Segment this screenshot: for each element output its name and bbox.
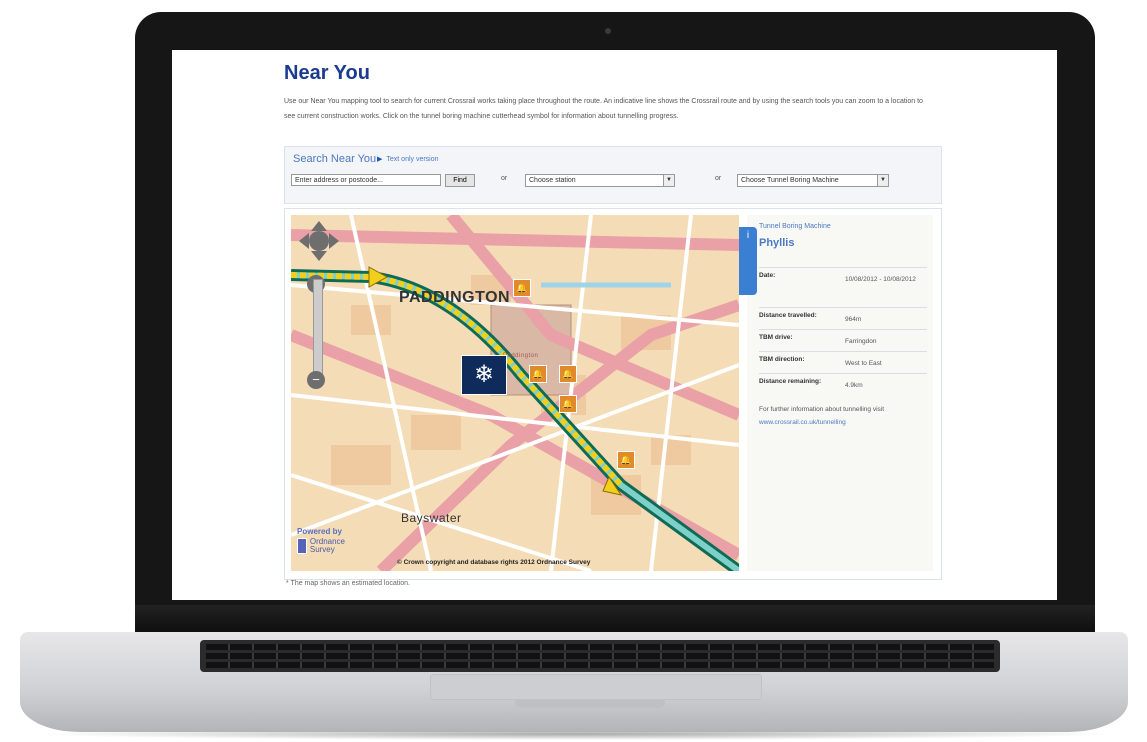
os-logo-text: Ordnance Survey	[310, 538, 345, 554]
play-arrow-icon: ▶	[377, 156, 383, 163]
text-only-link[interactable]: ▶ Text only version	[377, 155, 439, 163]
map[interactable]: PADDINGTON Paddington Bayswater + − ❄ 🔔 …	[291, 215, 739, 571]
bell-icon[interactable]: 🔔	[559, 395, 577, 413]
find-button[interactable]: Find	[445, 174, 475, 187]
info-more: For further information about tunnelling…	[759, 403, 927, 429]
tbm-select-value: Choose Tunnel Boring Machine	[741, 177, 839, 184]
info-row-drive: TBM drive: Farringdon	[759, 329, 927, 352]
info-row-value: 4.9km	[845, 382, 863, 389]
info-row-direction: TBM direction: West to East	[759, 351, 927, 374]
tbm-info-panel: Tunnel Boring Machine Phyllis Date: 10/0…	[747, 215, 933, 571]
search-title: Search Near You	[293, 153, 377, 165]
map-frame: PADDINGTON Paddington Bayswater + − ❄ 🔔 …	[284, 208, 942, 580]
info-row-date: Date: 10/08/2012 - 10/08/2012	[759, 267, 927, 308]
bell-icon[interactable]: 🔔	[559, 365, 577, 383]
info-row-value: 964m	[845, 316, 862, 323]
info-row-remaining: Distance remaining: 4.9km	[759, 373, 927, 402]
laptop-hinge	[135, 605, 1095, 635]
or-label: or	[501, 175, 508, 182]
tunnelling-link[interactable]: www.crossrail.co.uk/tunnelling	[759, 419, 846, 426]
tbm-select[interactable]: Choose Tunnel Boring Machine ▼	[737, 174, 889, 187]
station-select-value: Choose station	[529, 177, 576, 184]
page-intro: Use our Near You mapping tool to search …	[284, 98, 923, 120]
info-row-value: West to East	[845, 360, 882, 367]
key-row	[206, 644, 994, 650]
tunnel-boring-machine-icon[interactable]: ❄	[461, 355, 507, 395]
info-row-value: Farringdon	[845, 338, 877, 345]
screen: Near You Use our Near You mapping tool t…	[172, 50, 1057, 600]
or-label: or	[715, 175, 722, 182]
info-row-value: 10/08/2012 - 10/08/2012	[845, 276, 916, 283]
os-logo-line2: Survey	[309, 545, 335, 554]
info-row-key: TBM drive:	[759, 334, 793, 341]
map-copyright: © Crown copyright and database rights 20…	[397, 559, 591, 566]
info-subtitle: Tunnel Boring Machine	[759, 223, 831, 230]
address-input[interactable]: Enter address or postcode...	[291, 174, 441, 186]
map-label-bayswater: Bayswater	[401, 511, 462, 525]
os-logo-mark	[297, 538, 307, 554]
key-row	[206, 662, 994, 668]
zoom-slider[interactable]	[313, 279, 323, 381]
info-icon[interactable]: i	[739, 227, 757, 295]
pan-control[interactable]	[299, 221, 339, 261]
camera-icon	[605, 28, 611, 34]
chevron-down-icon: ▼	[877, 175, 888, 186]
info-row-distance: Distance travelled: 964m	[759, 307, 927, 330]
map-label-paddington: PADDINGTON	[399, 289, 511, 306]
keyboard	[200, 640, 1000, 672]
info-row-key: TBM direction:	[759, 356, 805, 363]
bell-icon[interactable]: 🔔	[513, 279, 531, 297]
text-only-label: Text only version	[386, 156, 439, 163]
map-label-station: Paddington	[503, 353, 539, 359]
laptop-lip	[515, 700, 665, 708]
zoom-out-button[interactable]: −	[307, 371, 325, 389]
chevron-down-icon: ▼	[663, 175, 674, 186]
key-row	[206, 653, 994, 659]
info-row-key: Distance remaining:	[759, 378, 822, 385]
ordnance-survey-logo: Ordnance Survey	[297, 537, 345, 555]
info-more-text: For further information about tunnelling…	[759, 406, 885, 413]
bell-icon[interactable]: 🔔	[617, 451, 635, 469]
map-streets	[291, 215, 739, 571]
search-panel: Search Near You ▶ Text only version Enter…	[284, 146, 942, 204]
info-row-key: Date:	[759, 272, 776, 279]
powered-by-label: Powered by	[297, 527, 342, 536]
info-row-key: Distance travelled:	[759, 312, 817, 319]
bell-icon[interactable]: 🔔	[529, 365, 547, 383]
trackpad	[430, 674, 762, 700]
map-footnote: * The map shows an estimated location.	[286, 580, 410, 587]
pan-arrows-icon	[299, 221, 339, 261]
page-title: Near You	[284, 62, 370, 84]
station-select[interactable]: Choose station ▼	[525, 174, 675, 187]
info-title: Phyllis	[759, 237, 795, 249]
